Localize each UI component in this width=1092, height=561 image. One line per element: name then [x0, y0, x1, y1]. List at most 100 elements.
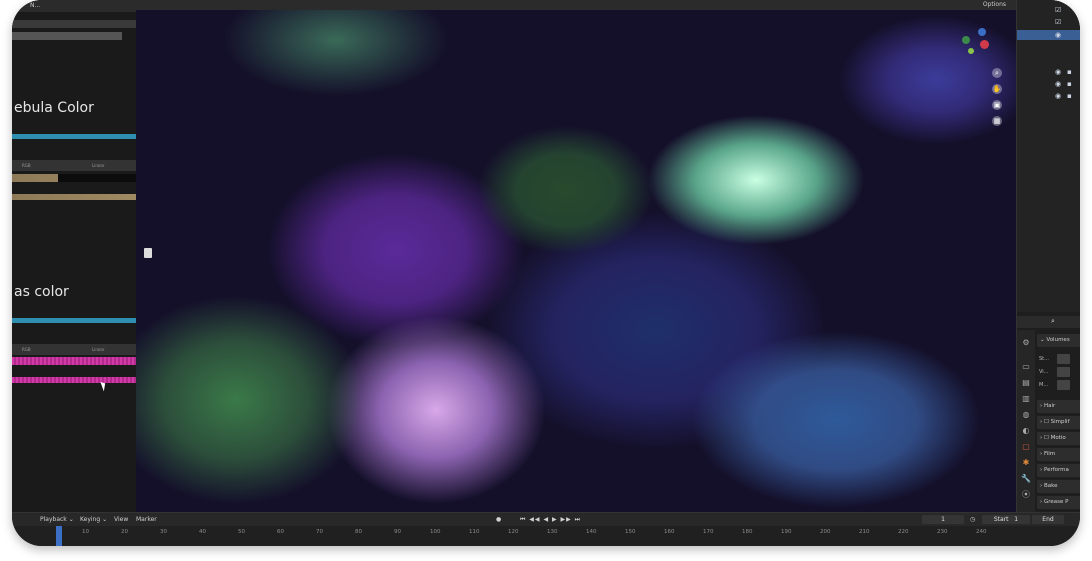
- panel-film[interactable]: › Film: [1037, 448, 1080, 461]
- grid-icon[interactable]: ▦: [992, 116, 1002, 126]
- options-menu[interactable]: Options: [983, 1, 1006, 8]
- node-header-bar-2: [12, 318, 136, 323]
- camera-render-icon-3[interactable]: ▪: [1067, 92, 1072, 100]
- rgb-label: RGB: [22, 163, 31, 168]
- panel-motion[interactable]: › ☐ Motio: [1037, 432, 1080, 445]
- tick-label: 150: [625, 529, 636, 535]
- clock-icon[interactable]: ◷: [970, 516, 975, 523]
- panel-bake-label: Bake: [1043, 483, 1058, 489]
- world-tab-icon[interactable]: ◐: [1021, 426, 1031, 436]
- zoom-icon[interactable]: ⌕: [992, 68, 1002, 78]
- color-ramp-tan-2[interactable]: [12, 194, 136, 200]
- rgb-label-2: RGB: [22, 347, 31, 352]
- eye-icon-4[interactable]: ◉: [1055, 92, 1061, 100]
- panel-grease-pencil[interactable]: › Grease P: [1037, 496, 1080, 509]
- gizmo-x-axis-icon[interactable]: [980, 40, 989, 49]
- field-st-value[interactable]: [1057, 354, 1070, 364]
- field-m-value[interactable]: [1057, 380, 1070, 390]
- tick-label: 10: [82, 529, 89, 535]
- node-header: N...: [12, 0, 136, 12]
- eye-icon-2[interactable]: ◉: [1055, 68, 1061, 76]
- output-tab-icon[interactable]: ▤: [1021, 378, 1031, 388]
- menu-playback-label: Playback: [40, 516, 67, 523]
- hand-icon[interactable]: ✋: [992, 84, 1002, 94]
- tick-label: 210: [859, 529, 870, 535]
- node-value-slider[interactable]: [12, 32, 122, 40]
- panel-performance-label: Performa: [1043, 467, 1069, 473]
- camera-render-icon[interactable]: ▪: [1067, 68, 1072, 76]
- tick-label: 40: [199, 529, 206, 535]
- panel-motion-label: Motio: [1050, 435, 1066, 441]
- menu-keying-label: Keying: [80, 516, 101, 523]
- panel-grease-pencil-label: Grease P: [1043, 499, 1069, 505]
- tick-label: 60: [277, 529, 284, 535]
- timeline-ruler[interactable]: 10 20 30 40 50 60 70 80 90 100 110 120 1…: [12, 527, 1080, 543]
- tick-label: 220: [898, 529, 909, 535]
- timeline[interactable]: Playback ⌄ Keying ⌄ View Marker ● ⏮ ◀◀ ◀…: [12, 512, 1080, 546]
- scene-tab-icon[interactable]: ◍: [1021, 410, 1031, 420]
- panel-hair-label: Hair: [1043, 403, 1056, 409]
- panel-simplify[interactable]: › ☐ Simplif: [1037, 416, 1080, 429]
- current-frame-field[interactable]: 1: [922, 515, 964, 524]
- tick-label: 170: [703, 529, 714, 535]
- section-label-nebula-color: ebula Color: [14, 100, 94, 116]
- end-frame-field[interactable]: End: [1032, 515, 1064, 524]
- checkbox-icon[interactable]: ☑: [1055, 6, 1061, 14]
- outliner-selected-row[interactable]: [1017, 30, 1080, 40]
- viewport-header: Options: [136, 0, 1016, 10]
- view-layer-tab-icon[interactable]: ▥: [1021, 394, 1031, 404]
- tool-tab-icon[interactable]: ⚙: [1021, 338, 1031, 348]
- field-vi: Vi...: [1039, 369, 1049, 375]
- node-header-bar: [12, 134, 136, 139]
- tick-label: 70: [316, 529, 323, 535]
- volumes-label: Volumes: [1046, 337, 1070, 343]
- panel-bake[interactable]: › Bake: [1037, 480, 1080, 493]
- tick-label: 90: [394, 529, 401, 535]
- sidebar-toggle-icon[interactable]: [144, 248, 152, 258]
- tick-label: 100: [430, 529, 441, 535]
- section-label-gas-color: as color: [14, 284, 69, 300]
- camera-icon[interactable]: ▣: [992, 100, 1002, 110]
- gizmo-neg-axis-icon[interactable]: [968, 48, 974, 54]
- gizmo-y-axis-icon[interactable]: [962, 36, 970, 44]
- tick-label: 230: [937, 529, 948, 535]
- panel-hair[interactable]: › Hair: [1037, 400, 1080, 413]
- playback-controls-icon[interactable]: ⏮ ◀◀ ◀ ▶ ▶▶ ⏭: [520, 516, 581, 524]
- panel-performance[interactable]: › Performa: [1037, 464, 1080, 477]
- physics-tab-icon[interactable]: ⦿: [1021, 490, 1031, 500]
- color-ramp-magenta[interactable]: [12, 357, 136, 365]
- tick-label: 140: [586, 529, 597, 535]
- properties-tabs: ⚙ ▭ ▤ ▥ ◍ ◐ ▢ ✱ 🔧 ⦿: [1017, 330, 1035, 512]
- color-ramp-dark[interactable]: [58, 174, 136, 182]
- render-tab-icon[interactable]: ▭: [1021, 362, 1031, 372]
- menu-keying[interactable]: Keying ⌄: [80, 516, 107, 523]
- eye-icon[interactable]: ◉: [1055, 31, 1061, 39]
- outliner[interactable]: ☑ ☑ ◉ ◉ ◉ ◉ ▪ ▪ ▪: [1017, 0, 1080, 312]
- start-frame-field[interactable]: Start 1: [982, 515, 1030, 524]
- gizmo-z-axis-icon[interactable]: [978, 28, 986, 36]
- color-ramp-magenta-2[interactable]: [12, 377, 136, 383]
- volumes-panel[interactable]: ⌄ Volumes: [1037, 334, 1080, 347]
- properties-header: ⌕: [1017, 316, 1080, 328]
- record-icon[interactable]: ●: [496, 516, 501, 523]
- particles-tab-icon[interactable]: ✱: [1021, 458, 1031, 468]
- tick-label: 130: [547, 529, 558, 535]
- panel-simplify-label: Simplif: [1050, 419, 1070, 425]
- menu-marker[interactable]: Marker: [136, 516, 157, 523]
- search-icon[interactable]: ⌕: [1051, 317, 1055, 326]
- field-st: St...: [1039, 356, 1049, 362]
- modifier-tab-icon[interactable]: 🔧: [1021, 474, 1031, 484]
- menu-view[interactable]: View: [114, 516, 128, 523]
- start-value: 1: [1014, 516, 1019, 523]
- object-tab-icon[interactable]: ▢: [1021, 442, 1031, 452]
- checkbox-icon-2[interactable]: ☑: [1055, 18, 1061, 26]
- playhead[interactable]: [56, 526, 62, 546]
- camera-render-icon-2[interactable]: ▪: [1067, 80, 1072, 88]
- field-vi-value[interactable]: [1057, 367, 1070, 377]
- tick-label: 50: [238, 529, 245, 535]
- node-row[interactable]: [12, 20, 136, 28]
- menu-playback[interactable]: Playback ⌄: [40, 516, 74, 523]
- eye-icon-3[interactable]: ◉: [1055, 80, 1061, 88]
- node-header-text: N...: [30, 2, 41, 9]
- 3d-viewport[interactable]: Options ⌕ ✋ ▣ ▦: [136, 0, 1016, 512]
